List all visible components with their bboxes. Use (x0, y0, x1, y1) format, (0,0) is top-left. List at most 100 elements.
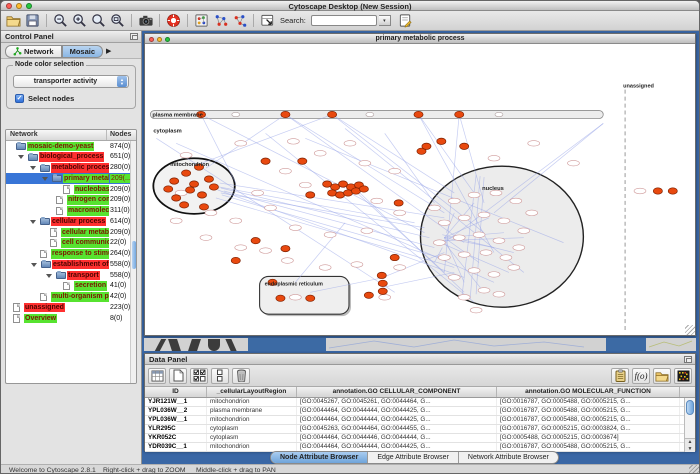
table-column-header[interactable]: annotation.GO MOLECULAR_FUNCTION (497, 387, 680, 397)
annotation-icon[interactable] (397, 12, 414, 29)
graph-node[interactable] (366, 112, 374, 116)
graph-node-selected[interactable] (455, 111, 464, 117)
table-row[interactable]: YKR052Ccytoplasm[GO:0044464, GO:0044446,… (145, 434, 695, 443)
graph-node[interactable] (205, 210, 217, 216)
table-cell[interactable]: YPL036W__1 (145, 416, 207, 424)
graph-node-selected[interactable] (209, 184, 218, 190)
table-cell[interactable]: [GO:0044464, GO:0044444, GO:0044425, G..… (297, 416, 497, 424)
expander-icon[interactable] (30, 220, 36, 224)
table-cell[interactable]: [GO:0005488, GO:0005215, GO:0003674] (497, 434, 680, 442)
graph-node[interactable] (289, 225, 301, 231)
expander-icon[interactable] (18, 155, 24, 159)
table-column-header[interactable]: _cellularLayoutRegion (207, 387, 297, 397)
tree-row[interactable]: mosaic-demo-yeast874(0) (6, 141, 136, 152)
graph-node[interactable] (260, 248, 272, 254)
graph-node[interactable] (324, 232, 336, 238)
graph-node[interactable] (235, 245, 247, 251)
table-cell[interactable]: YKR052C (145, 434, 207, 442)
graph-node[interactable] (351, 262, 363, 268)
graph-node-selected[interactable] (328, 111, 337, 117)
table-cell[interactable]: mitochondrion (207, 416, 297, 424)
table-cell[interactable]: mitochondrion (207, 398, 297, 406)
scrollbar-thumb[interactable] (686, 400, 694, 415)
tree-row[interactable]: cell communicat22(0) (6, 238, 136, 249)
graph-node-selected[interactable] (189, 181, 198, 187)
graph-node[interactable] (478, 212, 490, 218)
graph-node-selected[interactable] (390, 254, 399, 260)
tree-row[interactable]: unassigned223(0) (6, 302, 136, 313)
select-attributes-icon[interactable] (190, 368, 208, 384)
graph-node[interactable] (389, 168, 401, 174)
graph-node-selected[interactable] (261, 158, 270, 164)
graph-node[interactable] (478, 288, 490, 294)
table-cell[interactable]: [GO:0044464, GO:0044444, GO:0044425, G..… (297, 443, 497, 451)
graph-node[interactable] (314, 150, 326, 156)
tree-row[interactable]: nitrogen compo209(0) (6, 195, 136, 206)
graph-node[interactable] (279, 168, 291, 174)
tree-row[interactable]: multi-organism pro42(0) (6, 292, 136, 303)
graph-node[interactable] (488, 155, 500, 161)
graph-node[interactable] (453, 235, 465, 241)
graph-node[interactable] (448, 198, 460, 204)
open-icon[interactable] (5, 12, 22, 29)
graph-node[interactable] (180, 152, 192, 158)
graph-node[interactable] (493, 238, 505, 244)
zoom-out-icon[interactable] (52, 12, 69, 29)
node-color-dropdown[interactable]: transporter activity ▲▼ (13, 75, 129, 88)
clipboard-icon[interactable] (611, 368, 629, 384)
graph-node[interactable] (394, 210, 406, 216)
table-cell[interactable]: [GO:0045267, GO:0045261, GO:0044464, G..… (297, 398, 497, 406)
scrollbar-arrows[interactable]: ▲▼ (685, 438, 695, 452)
graph-node[interactable] (500, 255, 512, 261)
graph-node[interactable] (513, 245, 525, 251)
float-panel-icon[interactable] (130, 33, 138, 40)
graph-node-selected[interactable] (377, 272, 386, 278)
table-cell[interactable]: [GO:0016787, GO:0005488, GO:0005215, G..… (497, 407, 680, 415)
tree-row[interactable]: transport558(0) (6, 270, 136, 281)
graph-node[interactable] (252, 190, 264, 196)
table-cell[interactable]: [GO:0016787, GO:0005488, GO:0005215, G..… (497, 443, 680, 451)
network-window-titlebar[interactable]: primary metabolic process (145, 34, 695, 44)
graph-node[interactable] (458, 252, 470, 258)
graph-node[interactable] (458, 294, 470, 300)
save-icon[interactable] (24, 12, 41, 29)
tree-row[interactable]: cellular metabo209(0) (6, 227, 136, 238)
table-cell[interactable]: cytoplasm (207, 425, 297, 433)
graph-node-selected[interactable] (359, 186, 368, 192)
graph-node[interactable] (493, 291, 505, 297)
table-row[interactable]: YJR121W__1mitochondrion[GO:0045267, GO:0… (145, 398, 695, 407)
tab-node-attribute-browser[interactable]: Node Attribute Browser (271, 452, 368, 463)
graph-node-selected[interactable] (668, 188, 677, 194)
graph-node[interactable] (428, 205, 440, 211)
graph-node[interactable] (299, 182, 311, 188)
graph-node-selected[interactable] (306, 192, 315, 198)
graph-node[interactable] (200, 235, 212, 241)
select-nodes-checkbox[interactable]: ✓ (15, 94, 24, 103)
tree-row[interactable]: metabolic process280(0) (6, 163, 136, 174)
tree-row[interactable]: Overview8(0) (6, 313, 136, 324)
graph-node-selected[interactable] (378, 280, 387, 286)
tab-edge-attribute-browser[interactable]: Edge Attribute Browser (368, 452, 459, 463)
table-cell[interactable]: YJR121W__1 (145, 398, 207, 406)
table-cell[interactable]: YPL036W__2 (145, 407, 207, 415)
graph-node[interactable] (468, 268, 480, 274)
graph-node[interactable] (473, 232, 485, 238)
tab-overflow-icon[interactable]: ▶ (106, 47, 111, 55)
tree-row[interactable]: response to stimulu264(0) (6, 249, 136, 260)
table-cell[interactable]: [GO:0044464, GO:0044446, GO:0044444, G..… (297, 434, 497, 442)
graph-node-selected[interactable] (164, 186, 173, 192)
graph-node-selected[interactable] (394, 200, 403, 206)
graph-node-selected[interactable] (422, 143, 431, 149)
attribute-table-icon[interactable] (148, 368, 166, 384)
graph-node-selected[interactable] (281, 245, 290, 251)
table-row[interactable]: YPL036W__2plasma membrane[GO:0044464, GO… (145, 407, 695, 416)
graph-node[interactable] (488, 272, 500, 278)
graph-node-selected[interactable] (298, 158, 307, 164)
graph-node[interactable] (634, 188, 646, 194)
help-ring-icon[interactable] (165, 12, 182, 29)
graph-node[interactable] (230, 218, 242, 224)
network-canvas[interactable]: plasma membrane cytoplasm mitochondrion … (145, 44, 695, 335)
table-cell[interactable]: [GO:0016787, GO:0005488, GO:0005215, G..… (497, 398, 680, 406)
window-resize-grip[interactable] (685, 325, 695, 335)
graph-node[interactable] (495, 112, 503, 116)
